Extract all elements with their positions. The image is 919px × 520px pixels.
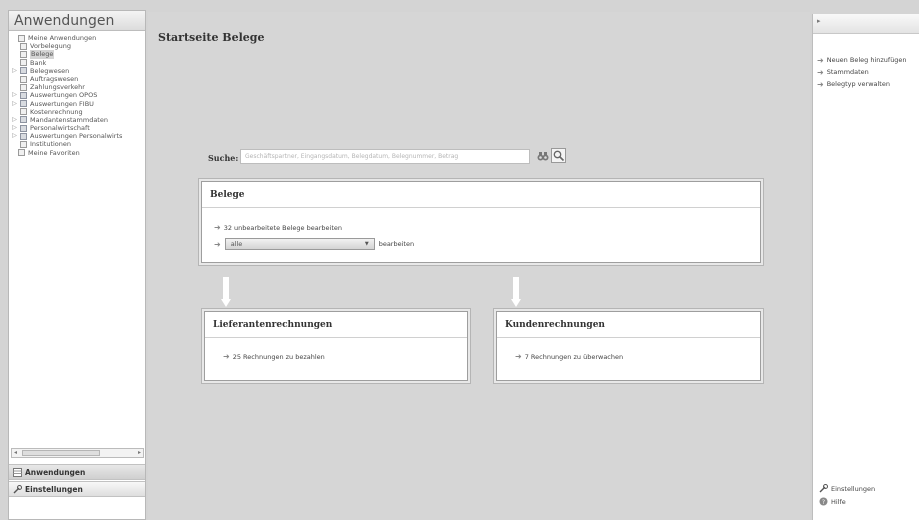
binoculars-icon[interactable] [537,150,549,162]
tree-item-zahlungsverkehr[interactable]: Zahlungsverkehr [11,83,145,91]
link-unbearbeitete-belege[interactable]: ➜ 32 unbearbeitete Belege bearbeiten [214,223,342,232]
expand-right-icon[interactable]: ▸ [817,17,821,25]
left-panel-title: Anwendungen [9,11,145,31]
expand-arrow-icon[interactable]: ▷ [11,67,18,75]
link-neuen-beleg-hinzufuegen[interactable]: ➜ Neuen Beleg hinzufügen [817,54,907,66]
select-suffix-label: bearbeiten [378,240,415,248]
tree-item-meine-anwendungen[interactable]: Meine Anwendungen [11,34,145,42]
wrench-icon [13,484,22,493]
wrench-icon [819,484,828,493]
page-icon [20,59,27,67]
link-stammdaten[interactable]: ➜ Stammdaten [817,66,907,78]
kundenrechnungen-panel: Kundenrechnungen ➜ 7 Rechnungen zu überw… [496,311,761,381]
expand-arrow-icon[interactable]: ▷ [11,132,18,140]
belege-panel: Belege ➜ 32 unbearbeitete Belege bearbei… [201,181,761,263]
page-icon [20,42,27,50]
tree-item-kostenrechnung[interactable]: Kostenrechnung [11,108,145,116]
expand-arrow-icon[interactable]: ▷ [11,124,18,132]
right-panel-header[interactable]: ▸ [813,14,919,34]
page-icon [20,141,27,149]
link-belegtyp-verwalten[interactable]: ➜ Belegtyp verwalten [817,78,907,90]
page-icon [18,34,25,42]
belege-filter-row: ➜ alle ▼ bearbeiten [214,238,414,250]
magnifier-icon [553,150,565,162]
right-panel: ▸ ➜ Neuen Beleg hinzufügen ➜ Stammdaten … [812,14,919,520]
tree-item-auswertungen-fibu[interactable]: ▷ Auswertungen FIBU [11,100,145,108]
tree-item-vorbelegung[interactable]: Vorbelegung [11,42,145,50]
link-rechnungen-ueberwachen[interactable]: ➜ 7 Rechnungen zu überwachen [515,352,623,361]
scrollbar-thumb[interactable] [22,450,100,456]
tree-item-auswertungen-personalwirtschaft[interactable]: ▷ Auswertungen Personalwirts [11,132,145,140]
page-title: Startseite Belege [158,31,265,44]
nav-button-label: Einstellungen [25,484,83,494]
tree-item-auswertungen-opos[interactable]: ▷ Auswertungen OPOS [11,91,145,99]
folder-icon [20,100,27,108]
chevron-down-icon: ▼ [364,241,369,247]
page-icon [20,108,27,116]
arrow-right-icon: ➜ [515,352,522,361]
right-panel-footer: Einstellungen ? Hilfe [819,482,875,508]
folder-icon [20,67,27,75]
select-value: alle [230,240,243,248]
tree-item-institutionen[interactable]: Institutionen [11,140,145,148]
arrow-right-icon: ➜ [223,352,230,361]
grid-icon [13,467,22,477]
down-arrow-icon [511,277,521,307]
tree-item-personalwirtschaft[interactable]: ▷ Personalwirtschaft [11,124,145,132]
belege-filter-select[interactable]: alle ▼ [224,238,375,250]
link-hilfe[interactable]: ? Hilfe [819,495,875,508]
expand-arrow-icon[interactable]: ▷ [11,116,18,124]
right-panel-links: ➜ Neuen Beleg hinzufügen ➜ Stammdaten ➜ … [817,54,907,90]
folder-icon [20,116,27,124]
tree-horizontal-scrollbar[interactable]: ◂ ▸ [11,448,144,458]
expand-arrow-icon[interactable]: ▷ [11,100,18,108]
tree-item-meine-favoriten[interactable]: Meine Favoriten [11,149,145,157]
link-einstellungen[interactable]: Einstellungen [819,482,875,495]
scroll-left-icon[interactable]: ◂ [14,449,17,456]
svg-text:?: ? [822,499,825,506]
help-icon: ? [819,497,828,506]
page-icon [20,75,27,83]
link-rechnungen-bezahlen[interactable]: ➜ 25 Rechnungen zu bezahlen [223,352,325,361]
arrow-right-icon: ➜ [817,67,824,77]
page-icon [20,50,27,58]
arrow-right-icon: ➜ [817,79,824,89]
tree-item-mandantenstammdaten[interactable]: ▷ Mandantenstammdaten [11,116,145,124]
search-input[interactable] [240,149,530,164]
tree-item-belegwesen[interactable]: ▷ Belegwesen [11,67,145,75]
search-label: Suche: [208,153,239,163]
folder-icon [20,132,27,140]
arrow-right-icon: ➜ [214,239,221,249]
nav-button-anwendungen[interactable]: Anwendungen [9,464,145,480]
nav-button-label: Anwendungen [25,467,86,477]
tree-item-bank[interactable]: Bank [11,59,145,67]
page-icon [20,83,27,91]
folder-icon [20,91,27,99]
arrow-right-icon: ➜ [817,55,824,65]
folder-icon [20,124,27,132]
lieferantenrechnungen-title: Lieferantenrechnungen [205,312,467,338]
main-content: Startseite Belege Suche: Belege ➜ 32 unb… [148,12,810,520]
kundenrechnungen-title: Kundenrechnungen [497,312,760,338]
belege-panel-title: Belege [202,182,760,208]
app-tree: Meine Anwendungen Vorbelegung Belege Ban… [9,31,145,447]
left-panel: Anwendungen Meine Anwendungen Vorbelegun… [8,10,146,520]
arrow-right-icon: ➜ [214,223,221,232]
down-arrow-icon [221,277,231,307]
expand-arrow-icon[interactable]: ▷ [11,91,18,99]
nav-button-einstellungen[interactable]: Einstellungen [9,481,145,497]
lieferantenrechnungen-panel: Lieferantenrechnungen ➜ 25 Rechnungen zu… [204,311,468,381]
tree-item-belege[interactable]: Belege [11,50,145,59]
scroll-right-icon[interactable]: ▸ [138,449,141,456]
search-button[interactable] [551,148,566,163]
page-icon [18,149,25,157]
tree-item-auftragswesen[interactable]: Auftragswesen [11,75,145,83]
